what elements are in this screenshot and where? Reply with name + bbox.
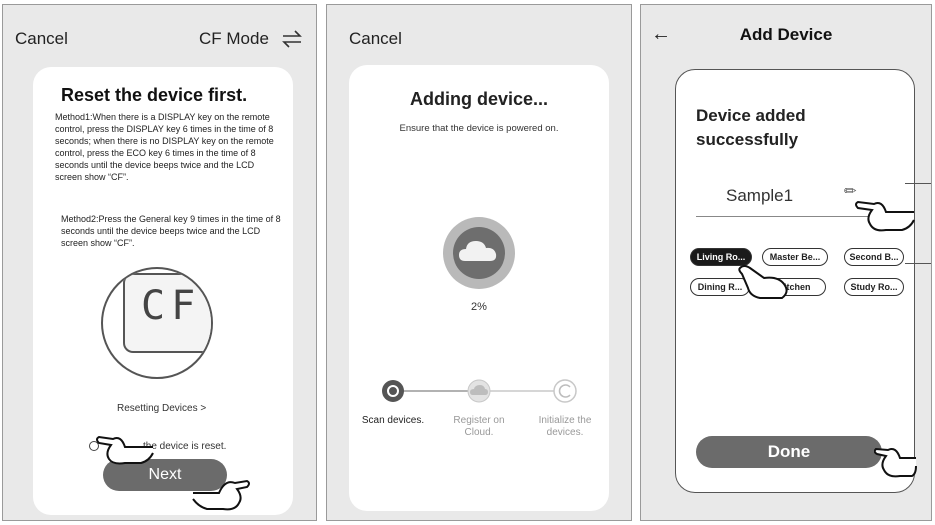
room-chip-study[interactable]: Study Ro... [844, 278, 904, 296]
step-scan-icon [382, 380, 404, 402]
page-title: Reset the device first. [61, 85, 248, 105]
confirm-reset-label: the device is reset. [143, 441, 227, 452]
cancel-button[interactable]: Cancel [349, 29, 402, 49]
instruction-card: Reset the device first. Method1:When the… [33, 67, 293, 515]
method2-text: Method2:Press the General key 9 times in… [61, 214, 281, 248]
reset-device-screen: Cancel CF Mode Reset the device first. M… [2, 4, 317, 521]
adding-device-screen: Cancel Adding device... Ensure that the … [326, 4, 632, 521]
room-chip-second[interactable]: Second B... [844, 248, 904, 266]
callout-line [905, 183, 931, 184]
top-bar: Cancel [327, 5, 631, 55]
lcd-text: CF [141, 283, 202, 329]
device-name-field[interactable]: Sample1 [726, 186, 793, 206]
page-title: Add Device [739, 25, 833, 44]
lcd-display-illustration: CF [101, 267, 213, 379]
step-register-icon [467, 379, 491, 403]
lcd-screen: CF [123, 273, 211, 353]
step-scan-label: Scan devices. [361, 415, 425, 426]
pointing-hand-icon [738, 260, 790, 305]
progress-card: Adding device... Ensure that the device … [349, 65, 609, 511]
cf-mode-button[interactable]: CF Mode [199, 29, 269, 49]
success-message: Device added successfully [696, 106, 806, 149]
step-register-label: Register on Cloud. [453, 415, 505, 438]
page-title: Adding device... [409, 89, 549, 109]
pointing-hand-icon [873, 440, 918, 485]
cloud-progress-ring [441, 215, 517, 296]
top-bar: Cancel CF Mode [3, 5, 316, 55]
success-card: Device added successfully Sample1 ✏ Livi… [675, 69, 918, 493]
pointing-hand-icon [191, 471, 251, 518]
step-initialize-label: Initialize the devices. [538, 415, 592, 438]
step-initialize-icon [553, 379, 577, 403]
top-bar: ← Add Device [641, 5, 931, 55]
progress-percent: 2% [471, 301, 487, 313]
pointing-hand-icon [95, 427, 155, 472]
power-hint: Ensure that the device is powered on. [399, 123, 559, 134]
resetting-devices-link[interactable]: Resetting Devices > [117, 403, 206, 414]
callout-line [905, 263, 931, 264]
pointing-hand-icon [854, 194, 916, 239]
swap-icon[interactable] [281, 29, 303, 54]
method1-text: Method1:When there is a DISPLAY key on t… [55, 112, 274, 182]
done-button[interactable]: Done [696, 436, 882, 468]
add-device-success-screen: ← Add Device Device added successfully S… [640, 4, 932, 521]
cancel-button[interactable]: Cancel [15, 29, 68, 49]
step-indicator [382, 379, 577, 403]
